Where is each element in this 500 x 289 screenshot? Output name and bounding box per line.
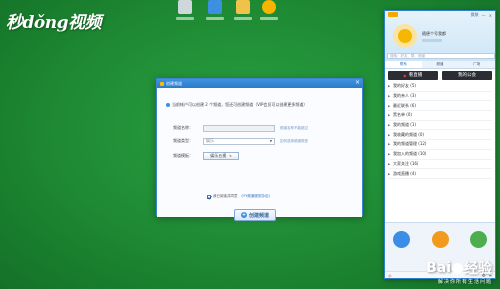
list-item-label: 游戏直播 (4) <box>393 170 416 176</box>
edit-icon: ✎ <box>229 154 232 158</box>
network-icon[interactable] <box>204 0 226 24</box>
channel-type-label: 频道类型： <box>173 138 193 143</box>
list-item[interactable]: ▶ 最近联系 (6) <box>388 101 492 112</box>
yy-icon[interactable] <box>258 0 280 24</box>
my-guild-label: 我的公会 <box>458 73 476 78</box>
list-item-label: 我加入的频道 (10) <box>393 151 427 157</box>
channel-type-hint[interactable]: 如何选择频道类型 <box>280 139 308 144</box>
recycle-bin-glyph <box>178 0 192 14</box>
baidu-logo: Bai 经验 <box>426 258 492 278</box>
list-item[interactable]: ▶ 我的频道管理 (12) <box>388 140 492 150</box>
dialog-app-icon <box>160 81 164 86</box>
chevron-down-icon: ▼ <box>269 139 272 143</box>
agreement-link[interactable]: 《YY频道服务协议》 <box>240 194 272 199</box>
watch-live-button[interactable]: ▶ 看直播 <box>388 70 438 80</box>
quota-notice-text: 当前帐户可以创建 2 个频道，您还可创建频道（VIP会员可以创建更多频道） <box>172 102 308 107</box>
desktop-icon-label <box>260 17 278 20</box>
list-item[interactable]: ▶ 大家关注 (16) <box>388 160 492 170</box>
list-item-label: 大家关注 (16) <box>393 160 419 166</box>
panel-tabs: 联系 频道 广场 <box>385 61 495 69</box>
dialog-titlebar[interactable]: 创建频道 × <box>157 79 362 88</box>
list-item-label: 黑名单 (0) <box>393 112 412 118</box>
panel-action-buttons: ▶ 看直播 我的公会 <box>385 69 495 81</box>
my-guild-button[interactable]: 我的公会 <box>442 70 492 80</box>
group-icon[interactable] <box>470 231 487 248</box>
list-item[interactable]: ▶ 黑名单 (0) <box>388 111 492 121</box>
channel-template-value: 娱乐五视 <box>210 153 227 158</box>
list-item[interactable]: ▶ 我的好友 (5) <box>388 82 492 92</box>
channel-name-hint: 频道名称不能超过 <box>280 125 308 130</box>
dialog-body: 当前帐户可以创建 2 个频道，您还可创建频道（VIP会员可以创建更多频道） 频道… <box>157 88 362 221</box>
info-icon <box>166 103 170 107</box>
avatar[interactable] <box>393 24 417 48</box>
search-input[interactable]: 搜索：好友、群、频道 <box>387 53 495 59</box>
search-placeholder: 搜索：好友、群、频道 <box>390 53 425 58</box>
channel-type-value: 娱乐 <box>206 138 214 143</box>
recycle-bin-icon[interactable] <box>174 0 196 24</box>
create-channel-dialog: 创建频道 × 当前帐户可以创建 2 个频道，您还可创建频道（VIP会员可以创建更… <box>156 78 363 221</box>
panel-header: 换肤 — × 随便个号我都 搜索：好友、群、频道 <box>385 11 495 61</box>
baidu-watermark: Bai 经验 解决你所有生活问题 <box>426 258 492 285</box>
channel-name-label: 频道名称： <box>173 125 193 130</box>
agree-text: 我已阅读并同意 <box>213 194 238 198</box>
desktop-icon-label <box>234 17 252 20</box>
panel-window-controls: 换肤 — × <box>385 11 495 19</box>
paw-icon <box>452 262 463 274</box>
channel-template-row: 频道模板： 娱乐五视 ✎ <box>173 152 239 160</box>
channel-type-row: 频道类型： 娱乐 ▼ 如何选择频道类型 <box>173 137 308 145</box>
channel-type-select[interactable]: 娱乐 ▼ <box>203 137 275 145</box>
folder-glyph <box>236 0 250 14</box>
baidu-logo-right: 经验 <box>464 261 492 277</box>
list-item-label: 我的亲人 (3) <box>393 93 416 99</box>
channel-name-row: 频道名称： 频道名称不能超过 <box>173 124 308 132</box>
baidu-logo-left: Bai <box>426 260 451 276</box>
channel-name-input[interactable] <box>203 124 275 132</box>
list-item-label: 我的频道 (1) <box>393 122 416 128</box>
plus-icon: + <box>240 212 247 218</box>
list-item[interactable]: ▶ 我的频道 (1) <box>388 121 492 131</box>
minimize-button[interactable]: — <box>482 13 486 18</box>
footer-shortcuts <box>393 231 487 248</box>
close-button[interactable]: × <box>489 13 492 18</box>
list-item[interactable]: ▶ 我的亲人 (3) <box>388 92 492 102</box>
folder-icon[interactable] <box>232 0 254 24</box>
home-icon[interactable] <box>393 231 410 248</box>
yy-main-panel: 换肤 — × 随便个号我都 搜索：好友、群、频道 联系 频道 广场 ▶ 看直播 … <box>384 10 496 279</box>
watch-live-label: 看直播 <box>408 73 423 78</box>
list-item-label: 最近联系 (6) <box>393 102 416 108</box>
user-name: 随便个号我都 <box>422 31 446 36</box>
channel-template-button[interactable]: 娱乐五视 ✎ <box>203 152 239 160</box>
skin-button[interactable]: 换肤 <box>471 12 479 18</box>
yy-glyph <box>262 0 276 14</box>
tab-contacts[interactable]: 联系 <box>385 61 422 68</box>
create-channel-label: 创建频道 <box>248 212 269 219</box>
tab-channels[interactable]: 频道 <box>422 61 459 68</box>
status-icon[interactable]: ◎ <box>388 273 392 278</box>
agree-checkbox[interactable] <box>207 194 211 199</box>
desktop-icon-label <box>206 17 224 20</box>
list-item-label: 我的好友 (5) <box>393 83 416 89</box>
channel-template-label: 频道模板： <box>173 153 193 158</box>
create-channel-button[interactable]: + 创建频道 <box>234 209 276 221</box>
list-item-label: 我收藏的频道 (0) <box>393 131 424 137</box>
dialog-title: 创建频道 <box>166 80 182 86</box>
tab-square[interactable]: 广场 <box>458 61 495 68</box>
agreement-row: 我已阅读并同意 《YY频道服务协议》 <box>207 194 272 199</box>
close-icon[interactable]: × <box>355 80 360 86</box>
user-signature[interactable] <box>422 39 442 42</box>
baidu-slogan: 解决你所有生活问题 <box>437 279 492 285</box>
desktop-icon-label <box>176 17 194 20</box>
list-item[interactable]: ▶ 我收藏的频道 (0) <box>388 130 492 141</box>
network-glyph <box>208 0 222 14</box>
list-item-label: 我的频道管理 (12) <box>393 141 427 147</box>
play-icon: ▶ <box>403 72 407 78</box>
list-item[interactable]: ▶ 游戏直播 (4) <box>388 169 492 179</box>
watermark-logo: 秒dǒng视频 <box>6 13 101 33</box>
contact-group-list: ▶ 我的好友 (5) ▶ 我的亲人 (3) ▶ 最近联系 (6) ▶ 黑名单 (0) ▶… <box>385 81 495 180</box>
yy-logo-icon <box>388 12 398 17</box>
quota-notice: 当前帐户可以创建 2 个频道，您还可创建频道（VIP会员可以创建更多频道） <box>166 102 307 108</box>
list-item[interactable]: ▶ 我加入的频道 (10) <box>388 150 492 160</box>
user-icon[interactable] <box>431 231 449 248</box>
